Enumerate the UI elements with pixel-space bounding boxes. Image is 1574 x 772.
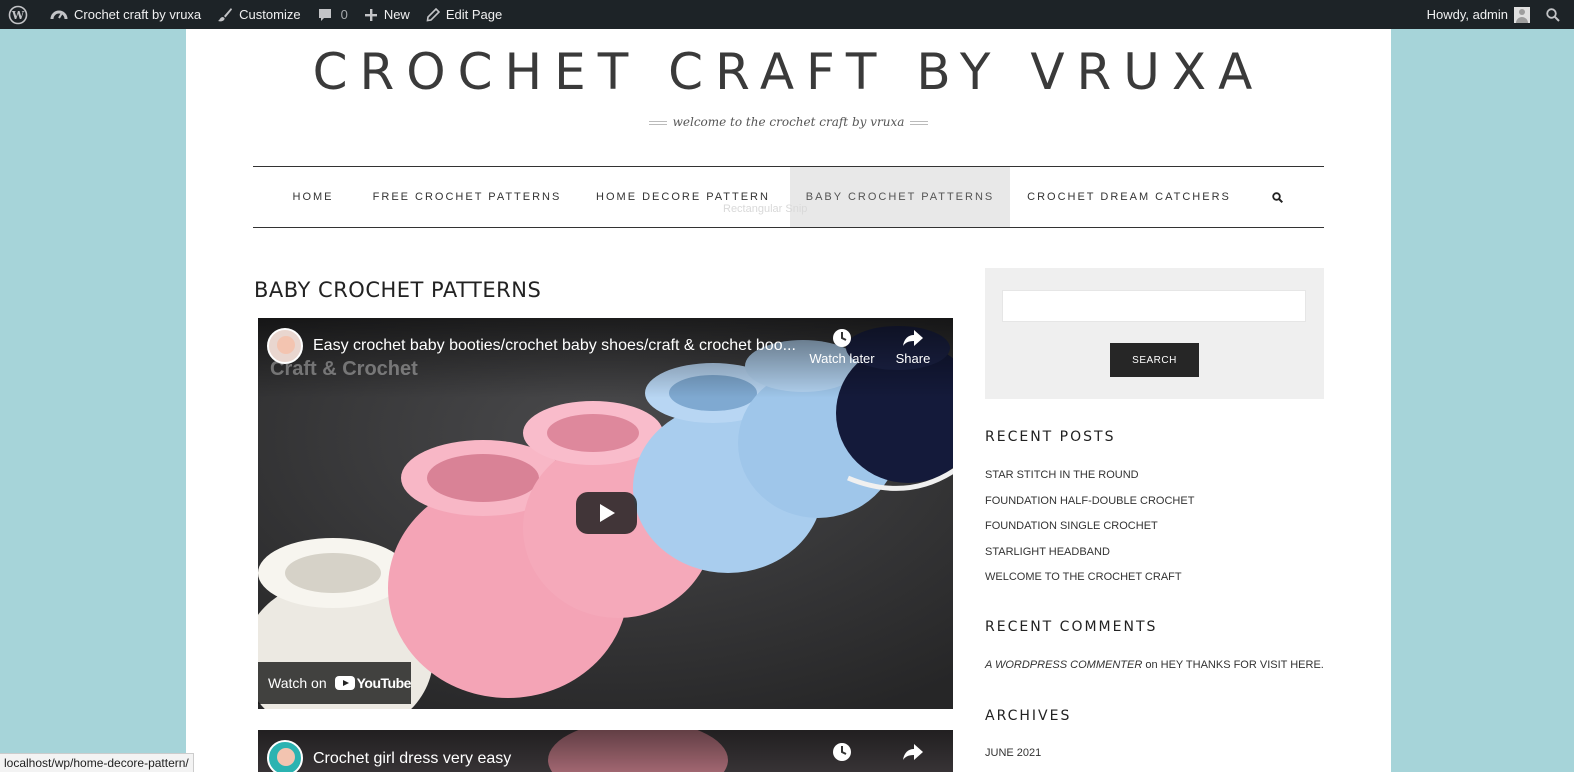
watch-on-label: Watch on	[268, 675, 327, 691]
site-title[interactable]: CROCHET CRAFT BY VRUXA	[186, 43, 1391, 101]
new-label: New	[383, 7, 410, 22]
clock-icon	[833, 743, 851, 761]
plus-icon	[364, 8, 377, 21]
recent-post-link[interactable]: STARLIGHT HEADBAND	[985, 545, 1194, 571]
clock-icon	[833, 329, 851, 347]
comments-count: 0	[340, 7, 348, 22]
recent-posts-title: RECENT POSTS	[985, 429, 1116, 445]
watch-later-button[interactable]: Watch later	[807, 328, 877, 366]
nav-item-baby-crochet-patterns[interactable]: BABY CROCHET PATTERNS	[790, 167, 1010, 227]
svg-text:W: W	[11, 9, 25, 22]
my-account-link[interactable]: Howdy, admin	[1419, 0, 1538, 29]
archive-link[interactable]: JUNE 2021	[985, 746, 1041, 772]
watch-later-button[interactable]	[807, 742, 877, 765]
search-widget: SEARCH	[985, 268, 1324, 399]
youtube-wordmark: YouTube	[356, 675, 412, 691]
page-container: CROCHET CRAFT BY VRUXA welcome to the cr…	[186, 29, 1391, 772]
wordpress-logo-button[interactable]: W	[0, 0, 42, 29]
search-button[interactable]: SEARCH	[1110, 343, 1199, 377]
comment-post-link[interactable]: HEY THANKS FOR VISIT HERE.	[1161, 659, 1324, 671]
watch-later-label: Watch later	[809, 351, 875, 366]
share-button[interactable]	[878, 742, 948, 765]
nav-item-label: HOME	[292, 191, 334, 203]
youtube-embed[interactable]: Easy crochet baby booties/crochet baby s…	[258, 318, 953, 709]
status-bar-url: localhost/wp/home-decore-pattern/	[0, 753, 194, 772]
howdy-label: Howdy, admin	[1426, 7, 1508, 22]
play-icon	[599, 504, 615, 522]
tagline-divider	[910, 120, 929, 125]
video-title[interactable]: Easy crochet baby booties/crochet baby s…	[313, 337, 803, 355]
nav-item-home-decore-pattern[interactable]: HOME DECORE PATTERN	[589, 167, 777, 227]
snip-tool-ghost-text: Rectangular Snip	[723, 203, 808, 215]
share-button[interactable]: Share	[878, 328, 948, 366]
comment-icon	[318, 8, 331, 21]
channel-avatar[interactable]	[267, 740, 303, 772]
recent-post-link[interactable]: FOUNDATION HALF-DOUBLE CROCHET	[985, 494, 1194, 520]
tagline-text: welcome to the crochet craft by vruxa	[672, 115, 905, 129]
recent-post-link[interactable]: FOUNDATION SINGLE CROCHET	[985, 519, 1194, 545]
new-content-link[interactable]: New	[356, 0, 418, 29]
edit-page-link[interactable]: Edit Page	[418, 0, 510, 29]
watch-on-youtube-button[interactable]: Watch on YouTube	[258, 662, 411, 704]
page-title: BABY CROCHET PATTERNS	[254, 278, 542, 302]
nav-item-label: HOME DECORE PATTERN	[596, 191, 770, 203]
wordpress-icon: W	[8, 5, 28, 24]
recent-post-link[interactable]: STAR STITCH IN THE ROUND	[985, 468, 1194, 494]
video-watermark: Craft & Crochet	[270, 358, 418, 380]
nav-item-crochet-dream-catchers[interactable]: CROCHET DREAM CATCHERS	[1024, 167, 1234, 227]
comments-link[interactable]: 0	[309, 0, 356, 29]
recent-posts-list: STAR STITCH IN THE ROUND FOUNDATION HALF…	[985, 468, 1194, 596]
share-icon	[903, 744, 923, 760]
nav-search-button[interactable]	[1272, 167, 1283, 227]
nav-item-label: CROCHET DREAM CATCHERS	[1027, 191, 1231, 203]
nav-item-label: FREE CROCHET PATTERNS	[372, 191, 562, 203]
main-navigation: HOME FREE CROCHET PATTERNS HOME DECORE P…	[253, 166, 1324, 228]
youtube-embed[interactable]: Crochet girl dress very easy	[258, 730, 953, 772]
comment-author-link[interactable]: A WORDPRESS COMMENTER	[985, 659, 1142, 671]
youtube-logo: YouTube	[334, 675, 412, 691]
avatar	[1514, 6, 1530, 23]
brush-icon	[218, 7, 233, 21]
comment-on-text: on	[1145, 659, 1158, 671]
search-icon	[1546, 7, 1560, 22]
nav-item-free-crochet-patterns[interactable]: FREE CROCHET PATTERNS	[369, 167, 565, 227]
site-name-link[interactable]: Crochet craft by vruxa	[42, 0, 209, 29]
archives-list: JUNE 2021	[985, 746, 1041, 772]
edit-page-label: Edit Page	[445, 7, 503, 22]
nav-item-label: BABY CROCHET PATTERNS	[805, 191, 995, 203]
search-input[interactable]	[1002, 290, 1306, 322]
recent-comments-title: RECENT COMMENTS	[985, 619, 1158, 635]
tagline-divider	[648, 120, 667, 125]
youtube-play-icon	[334, 676, 355, 690]
recent-post-link[interactable]: WELCOME TO THE CROCHET CRAFT	[985, 570, 1194, 596]
customize-label: Customize	[239, 7, 301, 22]
search-icon	[1272, 191, 1283, 203]
admin-search-button[interactable]	[1538, 0, 1574, 29]
pencil-icon	[426, 7, 440, 21]
play-button[interactable]	[576, 492, 637, 534]
nav-item-home[interactable]: HOME	[273, 167, 353, 227]
dashboard-icon	[50, 10, 68, 19]
recent-comment: A WORDPRESS COMMENTER on HEY THANKS FOR …	[985, 659, 1324, 671]
admin-bar: W Crochet craft by vruxa Customize 0 New…	[0, 0, 1574, 29]
share-icon	[903, 330, 923, 346]
site-name-label: Crochet craft by vruxa	[74, 7, 202, 22]
site-tagline: welcome to the crochet craft by vruxa	[186, 115, 1391, 129]
archives-title: ARCHIVES	[985, 708, 1072, 724]
video-title[interactable]: Crochet girl dress very easy	[313, 750, 803, 768]
customize-link[interactable]: Customize	[209, 0, 308, 29]
share-label: Share	[895, 351, 931, 366]
